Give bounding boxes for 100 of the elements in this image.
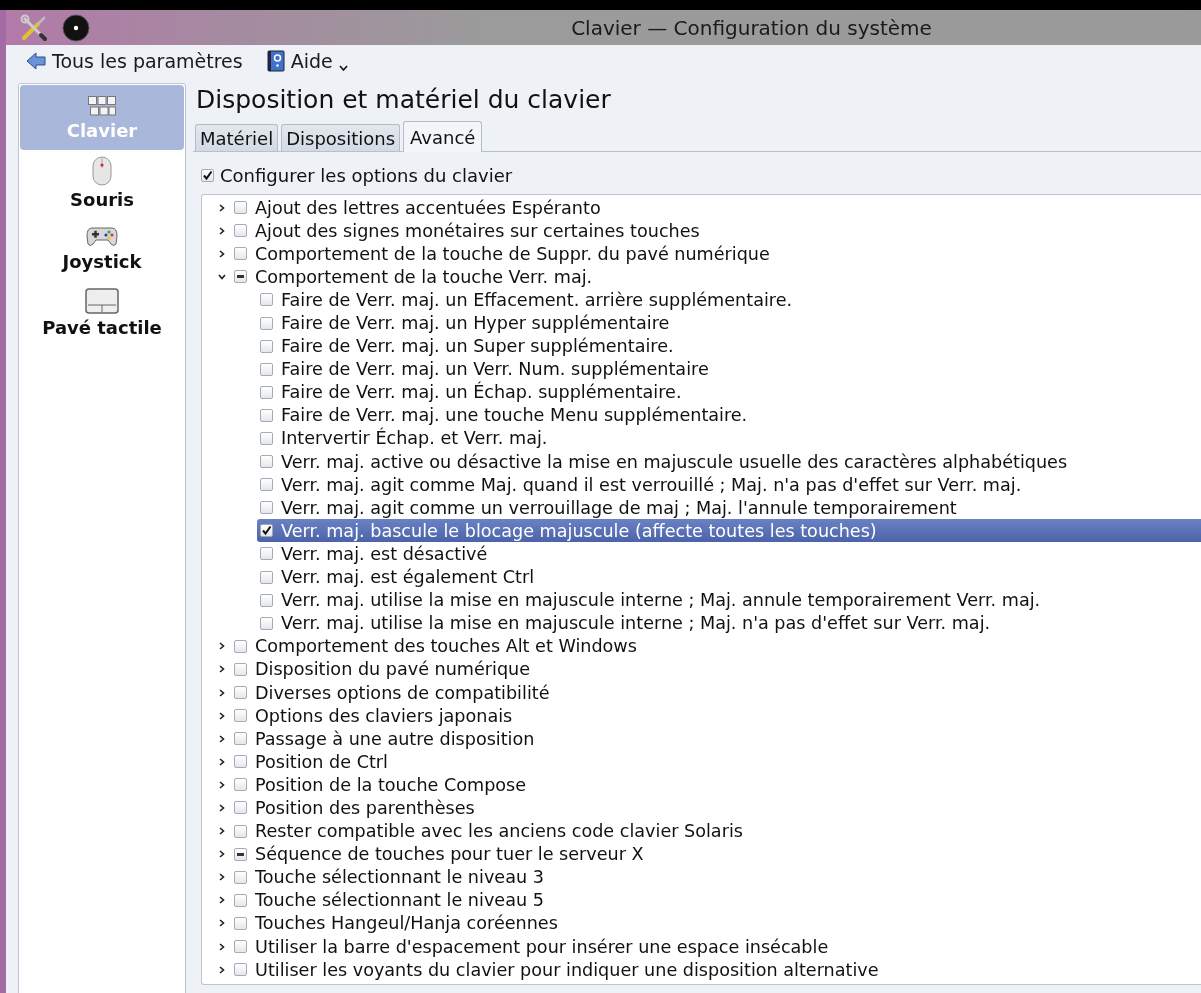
- checkbox[interactable]: [260, 455, 273, 469]
- option-label: Diverses options de compatibilité: [255, 682, 551, 703]
- option-label: Faire de Verr. maj. un Effacement. arrière supplémentaire.: [281, 289, 794, 310]
- checkbox[interactable]: [260, 293, 273, 307]
- checkbox[interactable]: [234, 662, 247, 676]
- option-label: Verr. maj. agit comme Maj. quand il est verrouillé ; Maj. n'a pas d'effet sur Verr. maj.: [281, 474, 1023, 495]
- checkbox[interactable]: [260, 570, 273, 584]
- checkbox[interactable]: [234, 247, 247, 261]
- checkbox[interactable]: [234, 916, 247, 930]
- option-row[interactable]: Verr. maj. active ou désactive la mise en majuscule usuelle des caractères alphabétiques: [202, 450, 1201, 474]
- checkbox[interactable]: [234, 847, 247, 861]
- back-arrow-icon: [26, 52, 46, 70]
- option-row[interactable]: Faire de Verr. maj. un Super supplémentaire.: [202, 334, 1201, 358]
- sidebar-item[interactable]: Joystick: [20, 215, 184, 280]
- checkbox[interactable]: [260, 362, 273, 376]
- tab[interactable]: Avancé: [403, 121, 483, 152]
- option-row[interactable]: Faire de Verr. maj. un Hyper supplémentaire: [202, 311, 1201, 335]
- option-row[interactable]: Comportement de la touche de Suppr. du pavé numérique: [202, 242, 1201, 266]
- option-row[interactable]: Options des claviers japonais: [202, 704, 1201, 728]
- checkbox[interactable]: [234, 732, 247, 746]
- option-label: Ajout des lettres accentuées Espéranto: [255, 197, 602, 218]
- checkbox[interactable]: [234, 755, 247, 769]
- option-label: Disposition du pavé numérique: [255, 659, 532, 680]
- checkbox[interactable]: [260, 524, 273, 538]
- option-row[interactable]: Touches Hangeul/Hanja coréennes: [202, 911, 1201, 935]
- checkbox[interactable]: [260, 385, 273, 399]
- option-row[interactable]: Utiliser les voyants du clavier pour indiquer une disposition alternative: [202, 958, 1201, 982]
- back-button[interactable]: Tous les paramètres: [24, 48, 245, 74]
- option-row[interactable]: Verr. maj. agit comme Maj. quand il est verrouillé ; Maj. n'a pas d'effet sur Verr. maj.: [202, 473, 1201, 497]
- checkbox[interactable]: [260, 593, 273, 607]
- option-row[interactable]: Touche sélectionnant le niveau 3: [202, 865, 1201, 889]
- option-row[interactable]: Séquence de touches pour tuer le serveur X: [202, 842, 1201, 866]
- option-row[interactable]: Verr. maj. est également Ctrl: [202, 565, 1201, 589]
- option-row[interactable]: Verr. maj. utilise la mise en majuscule interne ; Maj. annule temporairement Verr. maj.: [202, 588, 1201, 612]
- checkbox[interactable]: [260, 478, 273, 492]
- sidebar-item[interactable]: Pavé tactile: [20, 280, 184, 345]
- checkbox[interactable]: [234, 801, 247, 815]
- option-row[interactable]: Position de la touche Compose: [202, 773, 1201, 797]
- checkbox[interactable]: [260, 616, 273, 630]
- checkbox[interactable]: [234, 686, 247, 699]
- window-title: Clavier — Configuration du système: [570, 15, 933, 40]
- checkbox[interactable]: [234, 893, 247, 907]
- pin-icon[interactable]: [62, 13, 90, 42]
- checkbox[interactable]: [260, 547, 273, 561]
- option-label: Faire de Verr. maj. un Verr. Num. supplémentaire: [281, 359, 710, 380]
- option-label: Verr. maj. active ou désactive la mise en majuscule usuelle des caractères alphabétiques: [281, 451, 1069, 472]
- tab[interactable]: Dispositions: [281, 124, 401, 151]
- sidebar-item[interactable]: Souris: [20, 150, 184, 215]
- option-row[interactable]: Comportement des touches Alt et Windows: [202, 634, 1201, 658]
- option-label: Intervertir Échap. et Verr. maj.: [281, 428, 549, 449]
- option-row[interactable]: Verr. maj. est désactivé: [202, 542, 1201, 566]
- checkbox[interactable]: [234, 201, 247, 215]
- option-row[interactable]: Disposition du pavé numérique: [202, 657, 1201, 681]
- check-mark-icon: [261, 525, 272, 537]
- option-row[interactable]: Position des parenthèses: [202, 796, 1201, 820]
- option-label: Verr. maj. utilise la mise en majuscule interne ; Maj. annule temporairement Verr. maj.: [281, 590, 1042, 611]
- tools-icon[interactable]: [20, 13, 48, 42]
- checkbox[interactable]: [260, 432, 273, 445]
- checkbox[interactable]: [234, 224, 247, 238]
- caret-icon: [338, 65, 348, 71]
- option-label: Options des claviers japonais: [255, 705, 514, 726]
- checkbox[interactable]: [234, 709, 247, 723]
- mouse-icon: [91, 155, 113, 186]
- checkbox[interactable]: [260, 316, 273, 330]
- help-button[interactable]: Aide: [264, 48, 350, 74]
- checkbox[interactable]: [201, 168, 214, 182]
- option-row[interactable]: Touche sélectionnant le niveau 5: [202, 888, 1201, 912]
- option-label: Faire de Verr. maj. une touche Menu supplémentaire.: [281, 405, 749, 426]
- option-row[interactable]: Ajout des signes monétaires sur certaines touches: [202, 219, 1201, 243]
- option-row[interactable]: Passage à une autre disposition: [202, 727, 1201, 751]
- keyboard-icon: [87, 94, 117, 117]
- tab[interactable]: Matériel: [195, 124, 279, 151]
- checkbox[interactable]: [234, 824, 247, 838]
- touchpad-icon: [85, 287, 119, 314]
- option-row[interactable]: Rester compatible avec les anciens code clavier Solaris: [202, 819, 1201, 843]
- option-row[interactable]: Faire de Verr. maj. une touche Menu supplémentaire.: [202, 403, 1201, 427]
- option-row[interactable]: Diverses options de compatibilité: [202, 680, 1201, 705]
- checkbox-label[interactable]: Configurer les options du clavier: [220, 164, 513, 186]
- option-row[interactable]: Faire de Verr. maj. un Effacement. arrière supplémentaire.: [202, 288, 1201, 312]
- option-label: Comportement des touches Alt et Windows: [255, 636, 638, 657]
- option-row[interactable]: Utiliser la barre d'espacement pour insérer une espace insécable: [202, 935, 1201, 959]
- option-row[interactable]: Verr. maj. agit comme un verrouillage de maj ; Maj. l'annule temporairement: [202, 496, 1201, 520]
- checkbox[interactable]: [234, 963, 247, 977]
- option-row[interactable]: Comportement de la touche Verr. maj.: [202, 265, 1201, 289]
- option-row[interactable]: Verr. maj. bascule le blocage majuscule (affecte toutes les touches): [257, 519, 1201, 543]
- option-row[interactable]: Ajout des lettres accentuées Espéranto: [202, 196, 1201, 220]
- checkbox[interactable]: [260, 501, 273, 515]
- checkbox[interactable]: [260, 339, 273, 353]
- checkbox[interactable]: [234, 270, 247, 284]
- checkbox[interactable]: [234, 639, 247, 653]
- checkbox[interactable]: [234, 778, 247, 792]
- option-row[interactable]: Faire de Verr. maj. un Échap. supplémentaire.: [202, 380, 1201, 404]
- option-row[interactable]: Verr. maj. utilise la mise en majuscule interne ; Maj. n'a pas d'effet sur Verr. maj.: [202, 611, 1201, 635]
- option-row[interactable]: Intervertir Échap. et Verr. maj.: [202, 426, 1201, 451]
- option-row[interactable]: Position de Ctrl: [202, 750, 1201, 774]
- checkbox[interactable]: [234, 870, 247, 884]
- checkbox[interactable]: [260, 408, 273, 422]
- option-label: Touche sélectionnant le niveau 5: [255, 890, 545, 911]
- option-row[interactable]: Faire de Verr. maj. un Verr. Num. supplémentaire: [202, 357, 1201, 381]
- checkbox[interactable]: [234, 940, 247, 954]
